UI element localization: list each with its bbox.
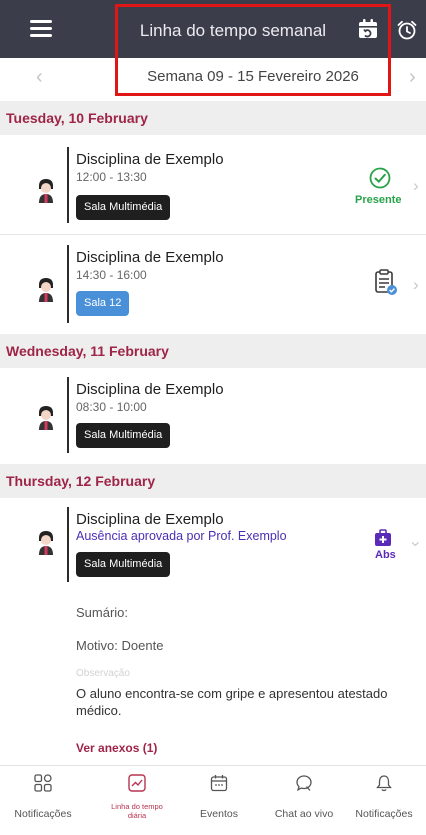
lesson-time: 14:30 - 16:00 <box>76 268 147 282</box>
previous-week-button[interactable]: ‹ <box>36 66 43 89</box>
nav-label: Notificações <box>355 808 413 820</box>
timeline-line <box>67 377 69 453</box>
observation-label: Observação <box>76 668 130 679</box>
lesson-time: 08:30 - 10:00 <box>76 400 147 414</box>
chevron-right-icon[interactable]: › <box>413 176 419 196</box>
menu-icon[interactable] <box>30 20 52 37</box>
day-header: Thursday, 12 February <box>0 464 426 498</box>
nav-label: Eventos <box>200 808 238 820</box>
lesson-item[interactable]: Disciplina de Exemplo 08:30 - 10:00 Sala… <box>0 368 426 464</box>
nav-daily-timeline[interactable]: Linha do tempo diária <box>108 766 166 835</box>
check-circle-icon <box>369 167 391 189</box>
nav-label: Notificações <box>14 808 72 820</box>
absence-status: Abs <box>375 549 396 561</box>
calendar-icon <box>210 775 228 792</box>
summary-label: Sumário: <box>76 605 129 620</box>
reason-text: Motivo: Doente <box>76 638 164 653</box>
nav-events[interactable]: Eventos <box>190 766 248 835</box>
room-badge: Sala Multimédia <box>76 423 171 448</box>
alarm-clock-icon[interactable] <box>396 19 418 41</box>
timeline-line <box>67 245 69 323</box>
chat-icon <box>296 775 312 792</box>
calendar-icon[interactable] <box>357 18 379 40</box>
student-avatar <box>39 278 53 302</box>
bottom-navigation: Notificações Linha do tempo diária Event… <box>0 765 426 835</box>
student-avatar <box>39 406 53 430</box>
nav-notifications-bell[interactable]: Notificações <box>342 766 426 835</box>
room-badge: Sala 12 <box>76 291 130 316</box>
lesson-item[interactable]: Disciplina de Exemplo 12:00 - 13:30 Sala… <box>0 135 426 235</box>
next-week-button[interactable]: › <box>409 66 416 89</box>
lesson-title: Disciplina de Exemplo <box>76 151 224 168</box>
nav-live-chat[interactable]: Chat ao vivo <box>266 766 342 835</box>
top-bar: Linha do tempo semanal <box>0 0 426 58</box>
grid-icon <box>34 774 52 792</box>
bell-icon <box>376 775 392 792</box>
lesson-time: 12:00 - 13:30 <box>76 170 147 184</box>
room-badge: Sala Multimédia <box>76 552 171 577</box>
timeline-line <box>67 147 69 223</box>
chevron-down-icon[interactable]: › <box>406 541 426 547</box>
view-attachments-link[interactable]: Ver anexos (1) <box>76 741 157 755</box>
nav-notifications[interactable]: Notificações <box>0 766 86 835</box>
observation-text: O aluno encontra-se com gripe e apresent… <box>76 686 388 718</box>
lesson-item-expanded[interactable]: Disciplina de Exemplo Ausência aprovada … <box>0 498 426 764</box>
clipboard-icon <box>375 269 397 295</box>
nav-label: Chat ao vivo <box>274 808 334 820</box>
student-avatar <box>39 531 53 555</box>
timeline-line <box>67 507 69 582</box>
lesson-title: Disciplina de Exemplo <box>76 511 224 528</box>
lesson-title: Disciplina de Exemplo <box>76 249 224 266</box>
day-header: Tuesday, 10 February <box>0 101 426 135</box>
week-label: Semana 09 - 15 Fevereiro 2026 <box>147 68 359 85</box>
room-badge: Sala Multimédia <box>76 195 171 220</box>
lesson-title: Disciplina de Exemplo <box>76 381 224 398</box>
timeline-icon <box>128 774 146 792</box>
chevron-right-icon[interactable]: › <box>413 275 419 295</box>
week-navigation: ‹ Semana 09 - 15 Fevereiro 2026 › <box>0 58 426 99</box>
nav-label: Linha do tempo diária <box>111 802 163 820</box>
attendance-status: Presente <box>355 194 402 206</box>
page-title: Linha do tempo semanal <box>139 21 327 40</box>
absence-note: Ausência aprovada por Prof. Exemplo <box>76 529 287 543</box>
medical-kit-icon <box>375 529 391 546</box>
day-header: Wednesday, 11 February <box>0 334 426 368</box>
student-avatar <box>39 179 53 203</box>
lesson-item[interactable]: Disciplina de Exemplo 14:30 - 16:00 Sala… <box>0 235 426 334</box>
